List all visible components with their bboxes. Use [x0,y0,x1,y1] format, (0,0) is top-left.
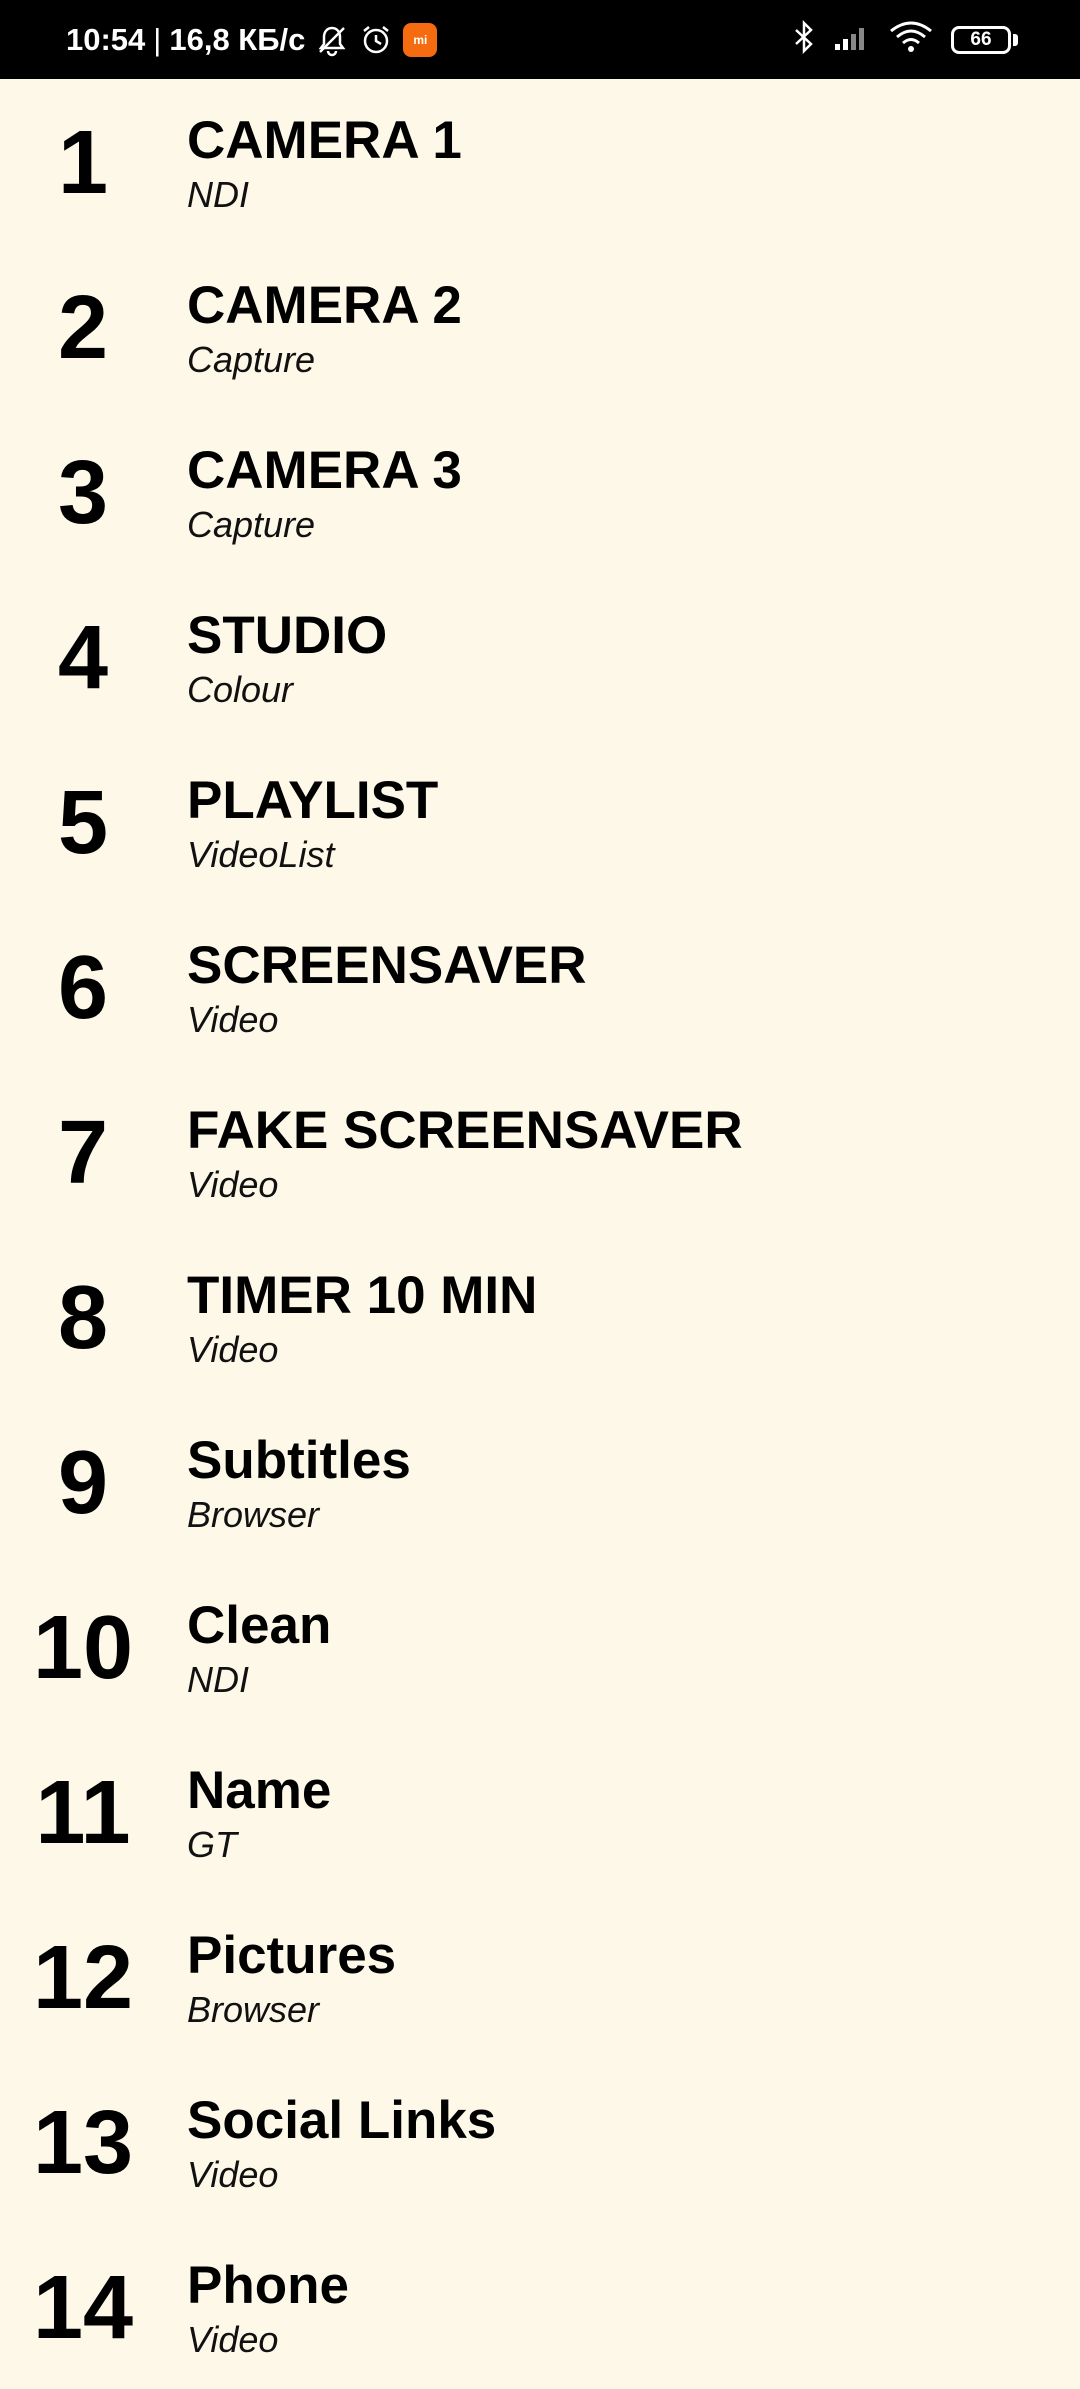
list-item[interactable]: 12 Pictures Browser [0,1894,1080,2059]
list-item[interactable]: 11 Name GT [0,1729,1080,1894]
item-name: CAMERA 2 [187,276,462,335]
item-number: 4 [57,608,109,708]
item-type: Capture [187,339,316,380]
item-type: GT [187,1824,237,1865]
item-type: NDI [187,174,249,215]
list-item[interactable]: 2 CAMERA 2 Capture [0,244,1080,409]
item-type: Browser [187,1494,320,1535]
item-number: 9 [57,1433,109,1533]
status-separator: | [153,21,162,57]
item-type: Colour [187,669,294,710]
item-name: CAMERA 3 [187,441,462,500]
mute-icon [315,23,349,57]
item-number: 7 [57,1103,109,1203]
item-number: 6 [57,938,109,1038]
item-type: Video [187,2154,279,2195]
list-item[interactable]: 3 CAMERA 3 Capture [0,409,1080,574]
source-list: 1 CAMERA 1 NDI 2 CAMERA 2 Capture 3 CAMERA 3 Cap… [0,79,1080,2389]
item-number: 1 [57,113,109,213]
list-item[interactable]: 9 Subtitles Browser [0,1399,1080,1564]
item-name: PLAYLIST [187,771,439,830]
network-speed: 16,8 КБ/с [169,21,306,57]
list-item[interactable]: 10 Clean NDI [0,1564,1080,1729]
wifi-icon [889,21,933,58]
item-type: Video [187,999,279,1040]
list-item[interactable]: 5 PLAYLIST VideoList [0,739,1080,904]
mi-app-icon: mi [403,22,438,57]
item-number: 10 [32,1598,134,1698]
item-number: 14 [32,2258,134,2358]
item-name: FAKE SCREENSAVER [187,1101,743,1160]
item-name: TIMER 10 MIN [187,1266,538,1325]
alarm-icon [359,23,393,57]
status-bar-right: 66 [793,0,1018,79]
status-bar-left: 10:54 | 16,8 КБ/с mi [66,0,438,79]
battery-body: 66 [951,25,1011,54]
item-number: 13 [32,2093,134,2193]
item-name: CAMERA 1 [187,111,462,170]
list-item[interactable]: 13 Social Links Video [0,2059,1080,2224]
item-name: Name [187,1761,332,1820]
item-type: VideoList [187,834,335,875]
list-item[interactable]: 8 TIMER 10 MIN Video [0,1234,1080,1399]
item-type: Video [187,1164,279,1205]
item-name: Clean [187,1596,332,1655]
mi-badge: mi [403,22,438,57]
bluetooth-icon [793,19,815,59]
item-type: Video [187,2319,279,2360]
item-name: Subtitles [187,1431,411,1490]
item-type: NDI [187,1659,249,1700]
item-name: SCREENSAVER [187,936,587,995]
item-type: Browser [187,1989,320,2030]
item-number: 8 [57,1268,109,1368]
clock: 10:54 [66,21,146,57]
item-number: 2 [57,278,109,378]
list-item[interactable]: 1 CAMERA 1 NDI [0,79,1080,244]
list-item[interactable]: 4 STUDIO Colour [0,574,1080,739]
status-bar: 10:54 | 16,8 КБ/с mi 66 [0,0,1080,79]
list-item[interactable]: 14 Phone Video [0,2224,1080,2389]
battery-level: 66 [970,28,992,50]
list-item[interactable]: 6 SCREENSAVER Video [0,904,1080,1069]
list-item[interactable]: 7 FAKE SCREENSAVER Video [0,1069,1080,1234]
item-number: 12 [32,1928,134,2028]
item-name: Phone [187,2256,349,2315]
item-number: 11 [35,1763,131,1863]
signal-icon [833,22,871,57]
item-name: Pictures [187,1926,397,1985]
item-number: 3 [57,443,109,543]
item-type: Video [187,1329,279,1370]
battery-icon: 66 [951,25,1018,54]
battery-tip [1013,33,1018,46]
item-name: STUDIO [187,606,388,665]
item-type: Capture [187,504,316,545]
item-name: Social Links [187,2091,497,2150]
item-number: 5 [57,773,109,873]
